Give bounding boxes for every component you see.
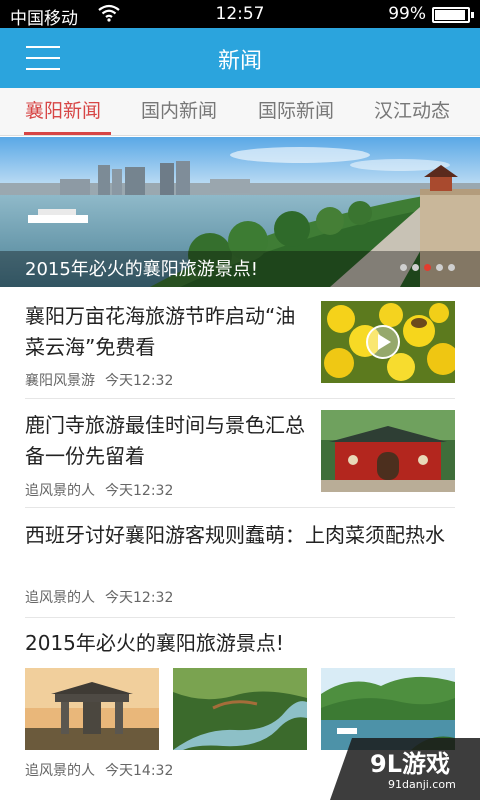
- banner-caption-bar: 2015年必火的襄阳旅游景点!: [0, 251, 480, 287]
- news-time: 今天14:32: [105, 763, 174, 779]
- battery-icon: [432, 7, 474, 23]
- battery-percent: 99%: [388, 4, 426, 24]
- active-tab-indicator: [24, 132, 111, 135]
- carousel-dot[interactable]: [400, 264, 407, 271]
- page-title: 新闻: [217, 49, 262, 74]
- news-source: 襄阳风景游: [25, 373, 95, 389]
- news-time: 今天12:32: [105, 373, 174, 389]
- site-watermark: 9L游戏 91danji.com: [312, 738, 480, 800]
- carousel-dot[interactable]: [448, 264, 455, 271]
- tab-xiangyang-news[interactable]: 襄阳新闻: [25, 88, 101, 135]
- carousel-dot[interactable]: [436, 264, 443, 271]
- tab-domestic-news[interactable]: 国内新闻: [141, 88, 217, 135]
- news-source: 追风景的人: [25, 763, 95, 779]
- news-title: 西班牙讨好襄阳游客规则蠢萌：上肉菜须配热水: [25, 523, 445, 547]
- carousel-dot-active[interactable]: [424, 264, 431, 271]
- news-item[interactable]: 鹿门寺旅游最佳时间与景色汇总备一份先留着 追风景的人 今天12:32: [25, 410, 455, 508]
- category-tabs: 襄阳新闻 国内新闻 国际新闻 汉江动态: [0, 88, 480, 136]
- news-source: 追风景的人: [25, 590, 95, 606]
- news-title: 襄阳万亩花海旅游节昨启动“油菜云海”免费看: [25, 304, 296, 359]
- news-source: 追风景的人: [25, 483, 95, 499]
- news-item[interactable]: 西班牙讨好襄阳游客规则蠢萌：上肉菜须配热水 追风景的人 今天12:32: [25, 520, 455, 618]
- news-meta: 追风景的人 今天12:32: [25, 587, 173, 607]
- banner-caption: 2015年必火的襄阳旅游景点!: [25, 259, 259, 280]
- news-title: 2015年必火的襄阳旅游景点!: [25, 631, 284, 655]
- watermark-url: 91danji.com: [388, 778, 456, 791]
- watermark-brand: 9L游戏: [370, 750, 450, 778]
- news-thumbnail: [321, 410, 455, 492]
- news-time: 今天12:32: [105, 483, 174, 499]
- carousel-dot[interactable]: [412, 264, 419, 271]
- news-meta: 追风景的人 今天12:32: [25, 480, 173, 500]
- status-bar: 中国移动 12:57 99%: [0, 0, 480, 29]
- news-gallery-image: [173, 668, 307, 750]
- news-time: 今天12:32: [105, 590, 174, 606]
- news-item[interactable]: 襄阳万亩花海旅游节昨启动“油菜云海”免费看 襄阳风景游 今天12:32: [25, 301, 455, 399]
- news-meta: 襄阳风景游 今天12:32: [25, 370, 173, 390]
- app-bar: 新闻: [0, 28, 480, 88]
- news-title: 鹿门寺旅游最佳时间与景色汇总备一份先留着: [25, 413, 305, 468]
- news-meta: 追风景的人 今天14:32: [25, 760, 173, 780]
- news-thumbnail: [321, 301, 455, 383]
- news-gallery-image: [25, 668, 159, 750]
- tab-international-news[interactable]: 国际新闻: [258, 88, 334, 135]
- banner-carousel[interactable]: 2015年必火的襄阳旅游景点!: [0, 137, 480, 287]
- carousel-indicator: [395, 256, 455, 275]
- tab-hanjiang-news[interactable]: 汉江动态: [374, 88, 450, 135]
